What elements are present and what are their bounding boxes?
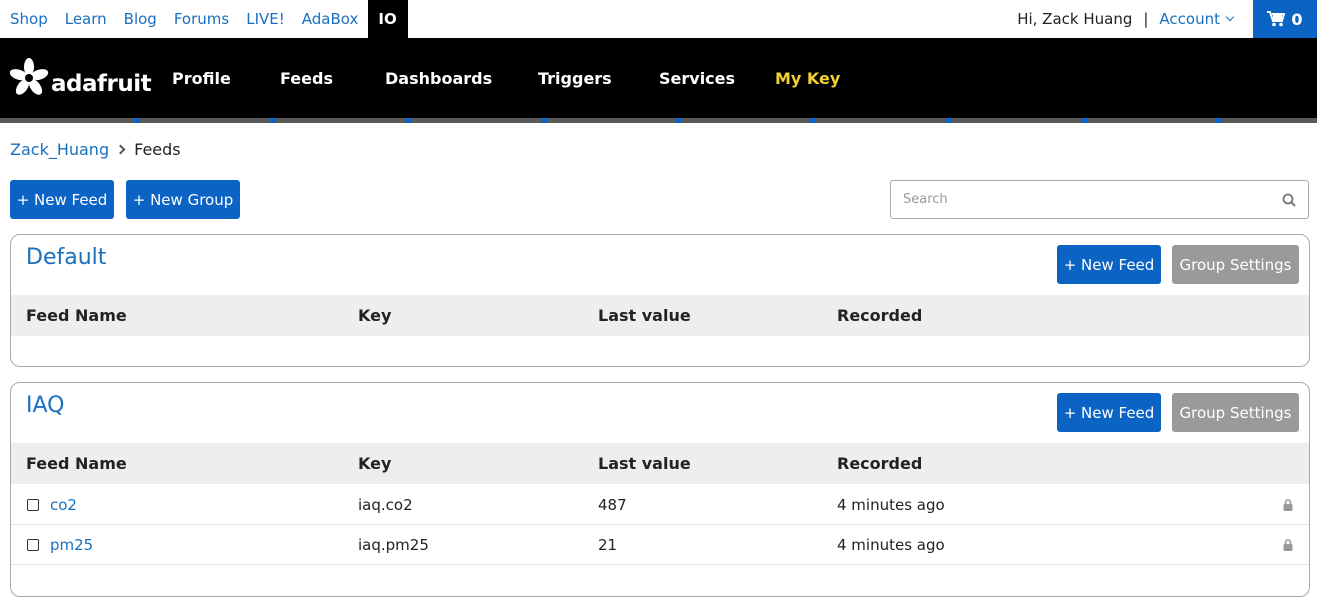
adafruit-logo[interactable]: adafruit [9,58,152,98]
new-feed-button[interactable]: + New Feed [10,180,114,219]
table-row: co2 iaq.co2 487 4 minutes ago [11,485,1309,525]
search-input[interactable] [903,192,1263,207]
col-key[interactable]: Key [358,306,391,325]
top-link-blog[interactable]: Blog [124,0,157,38]
col-recorded[interactable]: Recorded [837,454,922,473]
group-title[interactable]: IAQ [26,393,64,418]
nav-triggers[interactable]: Triggers [538,38,612,118]
nav-my-key[interactable]: My Key [775,38,840,118]
top-link-adabox[interactable]: AdaBox [302,0,359,38]
col-last-value[interactable]: Last value [598,454,691,473]
feed-last-value: 21 [598,535,618,554]
feed-name-link[interactable]: pm25 [50,536,93,554]
top-link-learn[interactable]: Learn [65,0,107,38]
chevron-down-icon [1225,12,1235,22]
feed-recorded: 4 minutes ago [837,535,945,554]
feed-checkbox[interactable] [27,498,39,511]
cart-count: 0 [1291,9,1303,29]
feed-key: iaq.pm25 [358,535,429,554]
top-link-live[interactable]: LIVE! [246,0,285,38]
nav-profile[interactable]: Profile [172,38,231,118]
nav-dashboards[interactable]: Dashboards [385,38,492,118]
top-right: Hi, Zack Huang | Account 0 [1017,0,1317,38]
table-row: pm25 iaq.pm25 21 4 minutes ago [11,525,1309,565]
search-icon[interactable] [1282,193,1296,207]
separator: | [1143,10,1149,28]
feed-checkbox[interactable] [27,538,39,551]
group-settings-button[interactable]: Group Settings [1172,393,1299,432]
adafruit-star-icon [9,58,49,95]
col-feed-name[interactable]: Feed Name [26,454,127,473]
col-recorded[interactable]: Recorded [837,306,922,325]
search-box [890,180,1309,219]
top-link-io[interactable]: IO [368,0,408,38]
new-group-button[interactable]: + New Group [126,180,240,219]
col-last-value[interactable]: Last value [598,306,691,325]
table-header: Feed Name Key Last value Recorded [11,295,1309,336]
top-link-forums[interactable]: Forums [174,0,229,38]
col-feed-name[interactable]: Feed Name [26,306,127,325]
feed-group-iaq: IAQ + New Feed Group Settings Feed Name … [10,382,1310,597]
group-settings-button[interactable]: Group Settings [1172,245,1299,284]
group-new-feed-button[interactable]: + New Feed [1057,393,1161,432]
col-key[interactable]: Key [358,454,391,473]
feed-recorded: 4 minutes ago [837,495,945,514]
feed-last-value: 487 [598,495,627,514]
top-links: Shop Learn Blog Forums LIVE! AdaBox IO [0,0,408,38]
chevron-right-icon [115,144,126,155]
logo-text: adafruit [51,71,152,97]
table-header: Feed Name Key Last value Recorded [11,443,1309,484]
breadcrumb: Zack_Huang Feeds [10,140,181,159]
feed-group-default: Default + New Feed Group Settings Feed N… [10,234,1310,367]
lock-icon[interactable] [1283,498,1293,511]
cart-button[interactable]: 0 [1253,0,1317,38]
group-title[interactable]: Default [26,245,106,270]
top-link-shop[interactable]: Shop [10,0,48,38]
nav-services[interactable]: Services [659,38,735,118]
feed-name-link[interactable]: co2 [50,496,77,514]
account-menu[interactable]: Account [1159,0,1235,38]
user-greeting: Hi, Zack Huang [1017,10,1133,28]
breadcrumb-user[interactable]: Zack_Huang [10,140,109,159]
breadcrumb-current: Feeds [134,140,181,159]
nav-stripe [0,118,1317,123]
main-nav: adafruit Profile Feeds Dashboards Trigge… [0,38,1317,123]
nav-feeds[interactable]: Feeds [280,38,333,118]
cart-icon [1267,11,1286,27]
top-bar: Shop Learn Blog Forums LIVE! AdaBox IO H… [0,0,1317,38]
lock-icon[interactable] [1283,538,1293,551]
account-label: Account [1159,10,1220,28]
group-new-feed-button[interactable]: + New Feed [1057,245,1161,284]
feed-key: iaq.co2 [358,495,413,514]
